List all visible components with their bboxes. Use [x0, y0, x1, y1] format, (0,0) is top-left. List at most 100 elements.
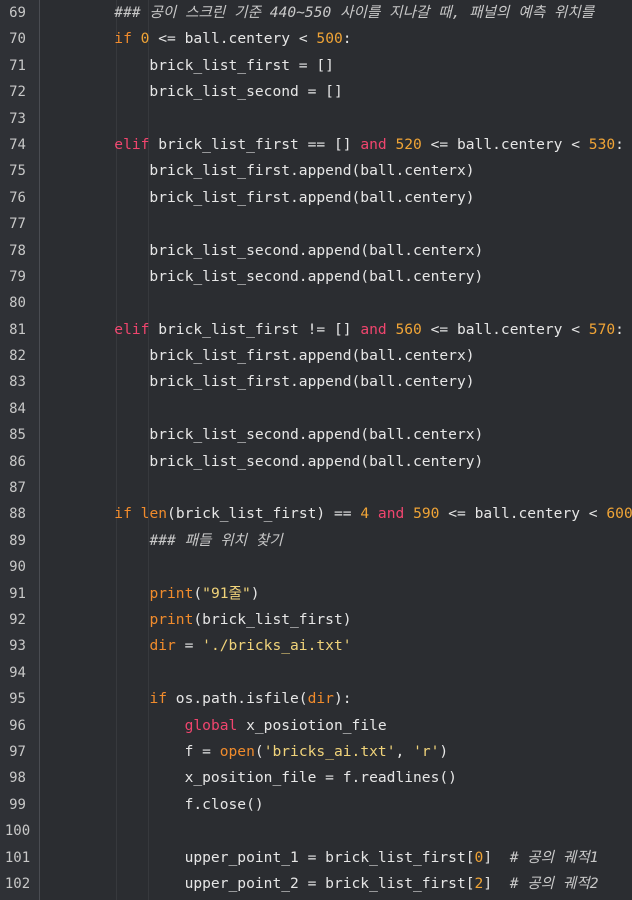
code-line[interactable]: [40, 290, 632, 316]
code-line[interactable]: if len(brick_list_first) == 4 and 590 <=…: [40, 501, 632, 527]
code-line[interactable]: brick_list_second.append(ball.centery): [40, 264, 632, 290]
code-line[interactable]: brick_list_first.append(ball.centerx): [40, 343, 632, 369]
code-line[interactable]: [40, 554, 632, 580]
code-line[interactable]: [40, 475, 632, 501]
code-token: brick_list_first.append(ball.centerx): [44, 347, 475, 365]
code-token: dir: [149, 637, 176, 655]
code-token: upper_point_1 = brick_list_first[: [44, 848, 475, 866]
code-line[interactable]: brick_list_first.append(ball.centerx): [40, 158, 632, 184]
code-line[interactable]: global x_posiotion_file: [40, 713, 632, 739]
code-token: 0: [474, 848, 484, 866]
code-token: :: [342, 30, 352, 48]
code-token: # 공의 궤적1: [509, 848, 599, 866]
code-token: ]: [483, 874, 510, 892]
code-line[interactable]: ### 공이 스크린 기준 440~550 사이를 지나갈 때, 패널의 예측 …: [40, 0, 632, 26]
code-token: f.close(): [44, 795, 264, 813]
code-line[interactable]: [40, 818, 632, 844]
code-token: (brick_list_first) ==: [167, 505, 361, 523]
code-token: <= ball.centery <: [421, 135, 589, 153]
code-token: (: [193, 584, 203, 602]
code-token: brick_list_first.append(ball.centerx): [44, 162, 475, 180]
code-line[interactable]: elif brick_list_first == [] and 520 <= b…: [40, 132, 632, 158]
code-line[interactable]: if 0 <= ball.centery < 500:: [40, 26, 632, 52]
code-token: (brick_list_first): [193, 610, 352, 628]
code-line[interactable]: [40, 396, 632, 422]
code-token: brick_list_first == []: [149, 135, 361, 153]
code-token: ### 공이 스크린 기준 440~550 사이를 지나갈 때, 패널의 예측 …: [114, 4, 595, 21]
line-number: 74: [9, 136, 26, 153]
code-line[interactable]: brick_list_first.append(ball.centery): [40, 369, 632, 395]
code-token: brick_list_first.append(ball.centery): [44, 373, 475, 391]
code-line[interactable]: upper_point_2 = brick_list_first[2] # 공의…: [40, 871, 632, 897]
code-token: if: [149, 690, 168, 708]
code-token: len: [140, 505, 168, 523]
indent-guide: [116, 0, 117, 900]
code-token: 2: [474, 874, 484, 892]
code-token: brick_list_first != []: [149, 320, 361, 338]
code-line[interactable]: brick_list_first = []: [40, 53, 632, 79]
code-line[interactable]: if os.path.isfile(dir):: [40, 686, 632, 712]
code-token: ):: [333, 690, 352, 708]
code-token: x_position_file = f.readlines(): [44, 769, 457, 787]
code-editor[interactable]: 69 70 71 72 73 74 75 76 77 78 79 80 81 82 83 84 85 86 87 88…: [0, 0, 632, 900]
code-token: ,: [395, 742, 414, 760]
code-token: ): [250, 584, 260, 602]
code-token: 570: [588, 320, 616, 338]
code-token: brick_list_first = []: [44, 56, 334, 74]
line-number: 90: [9, 559, 26, 576]
line-number: 72: [9, 84, 26, 101]
code-line[interactable]: x_position_file = f.readlines(): [40, 765, 632, 791]
line-number: 70: [9, 31, 26, 48]
line-number: 82: [9, 348, 26, 365]
line-number: 78: [9, 242, 26, 259]
line-number: 91: [9, 585, 26, 602]
code-token: 'r': [413, 742, 440, 760]
code-token: dir: [307, 690, 334, 708]
code-line[interactable]: f.close(): [40, 792, 632, 818]
code-line[interactable]: dir = './bricks_ai.txt': [40, 633, 632, 659]
code-line[interactable]: upper_point_1 = brick_list_first[0] # 공의…: [40, 845, 632, 871]
code-token: print: [149, 610, 194, 628]
code-line[interactable]: print(brick_list_first): [40, 607, 632, 633]
code-token: brick_list_second.append(ball.centery): [44, 267, 484, 285]
line-number: 76: [9, 189, 26, 206]
code-line[interactable]: print("91줄"): [40, 581, 632, 607]
code-line[interactable]: brick_list_second.append(ball.centerx): [40, 422, 632, 448]
code-line[interactable]: ### 패들 위치 찾기: [40, 528, 632, 554]
code-line[interactable]: f = open('bricks_ai.txt', 'r'): [40, 739, 632, 765]
code-token: and: [360, 320, 387, 338]
code-token: 520: [395, 135, 422, 153]
line-number: 96: [9, 717, 26, 734]
code-token: :: [615, 135, 624, 153]
code-token: 'bricks_ai.txt': [263, 742, 396, 760]
code-token: open: [219, 742, 255, 760]
code-token: ): [439, 742, 449, 760]
code-token: <= ball.centery <: [421, 320, 589, 338]
code-line[interactable]: [40, 211, 632, 237]
line-number: 77: [9, 216, 26, 233]
code-token: :: [615, 320, 624, 338]
indent-guide: [148, 0, 149, 900]
line-number: 75: [9, 163, 26, 180]
code-token: x_posiotion_file: [237, 716, 387, 734]
code-line[interactable]: [40, 660, 632, 686]
code-line[interactable]: brick_list_first.append(ball.centery): [40, 185, 632, 211]
code-token: (: [254, 742, 264, 760]
code-line[interactable]: [40, 106, 632, 132]
code-token: brick_list_second.append(ball.centery): [44, 452, 484, 470]
code-token: brick_list_second = []: [44, 83, 343, 101]
code-area[interactable]: ### 공이 스크린 기준 440~550 사이를 지나갈 때, 패널의 예측 …: [40, 0, 632, 900]
code-line[interactable]: brick_list_second.append(ball.centerx): [40, 238, 632, 264]
code-line[interactable]: brick_list_second = []: [40, 79, 632, 105]
code-line[interactable]: brick_list_second.append(ball.centery): [40, 449, 632, 475]
code-token: =: [175, 637, 203, 655]
code-token: upper_point_2 = brick_list_first[: [44, 874, 475, 892]
line-number: 69: [9, 5, 26, 21]
code-line[interactable]: elif brick_list_first != [] and 560 <= b…: [40, 317, 632, 343]
